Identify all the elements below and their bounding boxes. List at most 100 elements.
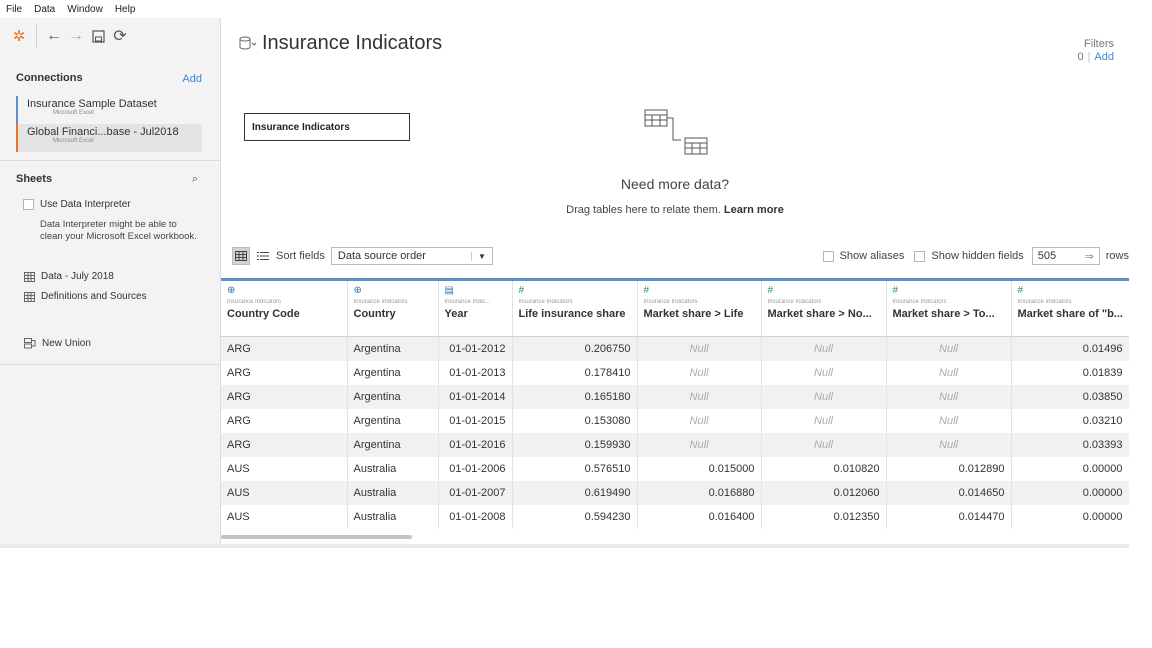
sort-fields-value: Data source order [337,250,426,262]
table-cell: Null [886,409,1012,433]
drag-hint-text: Drag tables here to relate them. [566,204,721,216]
table-cell: AUS [221,481,348,505]
sort-fields-label: Sort fields [276,250,325,262]
table-cell: 0.03210 [1011,409,1129,433]
sheet-item[interactable]: Definitions and Sources [24,291,147,302]
learn-more-link[interactable]: Learn more [724,204,784,216]
connection-item-active[interactable]: Global Financi...base - Jul2018 Microsof… [16,124,202,152]
table-cell: ARG [221,433,348,457]
rows-value: 505 [1037,250,1057,262]
column-header[interactable]: # Insurance Indicators Market share > No..… [761,281,887,337]
table-cell: 0.014470 [886,505,1012,529]
column-source: Insurance Indicators [767,299,822,305]
sheet-item[interactable]: Data - July 2018 [24,271,114,282]
table-cell: 0.01496 [1011,336,1129,361]
search-sheets-icon[interactable]: ⌕ [192,173,198,186]
arrow-right-icon[interactable]: ⇒ [1085,250,1094,263]
field-type-icon[interactable]: ▤ [445,285,512,297]
add-filter-link[interactable]: Add [1094,51,1114,63]
column-header[interactable]: ⊕ Insurance Indicators Country [347,281,439,337]
table-cell: 0.165180 [512,385,638,409]
field-type-icon[interactable]: # [893,285,1011,297]
relate-tables-icon [644,109,708,155]
grid-view-button[interactable] [232,247,250,265]
table-cell: 0.015000 [637,457,762,481]
field-type-icon[interactable]: ⊕ [227,285,347,297]
connection-item[interactable]: Insurance Sample Dataset Microsoft Excel [16,96,202,124]
field-type-icon[interactable]: # [1018,285,1129,297]
grid-header-row: ⊕ Insurance Indicators Country Code ⊕ Insura… [221,281,1129,337]
data-interpreter-toggle[interactable]: Use Data Interpreter [23,199,131,210]
union-icon [24,338,36,349]
sort-fields-dropdown[interactable]: Data source order ▼ [330,247,493,265]
table-cell: Argentina [347,433,439,457]
new-union-item[interactable]: New Union [24,338,91,349]
table-cell: 0.01839 [1011,361,1129,385]
table-cell: 01-01-2015 [438,409,513,433]
new-union-label: New Union [42,338,91,349]
column-header[interactable]: # Insurance Indicators Market share > Life [637,281,762,337]
horizontal-scrollbar[interactable] [221,535,412,539]
menu-data[interactable]: Data [34,4,55,15]
table-row: ARG Argentina 01-01-2013 0.178410 Null Null Nu… [221,361,1129,385]
show-aliases-checkbox[interactable] [822,250,834,262]
table-cell: Null [886,385,1012,409]
table-cell: 0.206750 [512,336,638,361]
table-cell: 01-01-2012 [438,336,513,361]
sheets-heading: Sheets [16,173,53,185]
table-cell: ARG [221,336,348,361]
sidebar-divider [0,364,220,365]
page-title[interactable]: Insurance Indicators [262,32,442,55]
table-cell: 0.012350 [761,505,887,529]
interpreter-note: Data Interpreter might be able to clean … [40,219,197,242]
list-view-button[interactable] [254,247,272,265]
menu-help[interactable]: Help [115,4,136,15]
column-name: Year [444,308,468,320]
add-connection-link[interactable]: Add [182,73,202,85]
list-view-icon [257,252,269,260]
toolbar: ✲ ← → ⟳ [0,18,220,54]
table-cell: 0.016400 [637,505,762,529]
table-cell: AUS [221,457,348,481]
back-arrow-icon[interactable]: ← [43,25,65,47]
table-cell: Australia [347,457,439,481]
table-row: ARG Argentina 01-01-2012 0.206750 Null Null Nu… [221,336,1129,361]
data-grid: ⊕ Insurance Indicators Country Code ⊕ Insura… [221,278,1129,533]
field-type-icon[interactable]: # [644,285,761,297]
toolbar-divider [36,24,37,48]
table-cell: 0.594230 [512,505,638,529]
logical-table-card[interactable]: Insurance Indicators [244,113,410,141]
column-name: Country [353,308,396,320]
menu-window[interactable]: Window [67,4,103,15]
data-source-title[interactable]: Insurance Indicators [239,32,442,55]
table-cell: 0.619490 [512,481,638,505]
column-header[interactable]: # Insurance Indicators Market share > To..… [886,281,1012,337]
field-type-icon[interactable]: ⊕ [354,285,438,297]
table-cell: ARG [221,409,348,433]
table-cell: 0.012890 [886,457,1012,481]
field-type-icon[interactable]: # [768,285,886,297]
table-cell: 0.03850 [1011,385,1129,409]
table-cell: 01-01-2016 [438,433,513,457]
column-header[interactable]: # Insurance Indicators Life insurance shar… [512,281,638,337]
save-icon[interactable] [87,25,109,47]
grid-view-icon [235,251,247,261]
refresh-icon[interactable]: ⟳ [109,25,131,47]
menu-file[interactable]: File [6,4,22,15]
field-type-icon[interactable]: # [519,285,637,297]
table-cell: 0.159930 [512,433,638,457]
column-header[interactable]: ⊕ Insurance Indicators Country Code [221,281,348,337]
rows-input[interactable]: 505 ⇒ [1031,247,1100,265]
table-row: AUS Australia 01-01-2008 0.594230 0.016400 0.… [221,505,1129,529]
interpreter-checkbox[interactable] [23,199,34,210]
table-cell: 01-01-2008 [438,505,513,529]
table-cell: Null [886,361,1012,385]
table-cell: 0.178410 [512,361,638,385]
column-header[interactable]: ▤ Insurance Indic... Year [438,281,513,337]
forward-arrow-icon[interactable]: → [65,25,87,47]
tableau-logo-icon[interactable]: ✲ [8,25,30,47]
connections-heading: Connections [16,72,83,84]
show-hidden-checkbox[interactable] [914,250,926,262]
column-header[interactable]: # Insurance Indicators Market share of "b.… [1011,281,1129,337]
sheet-tab-strip [0,544,1129,548]
